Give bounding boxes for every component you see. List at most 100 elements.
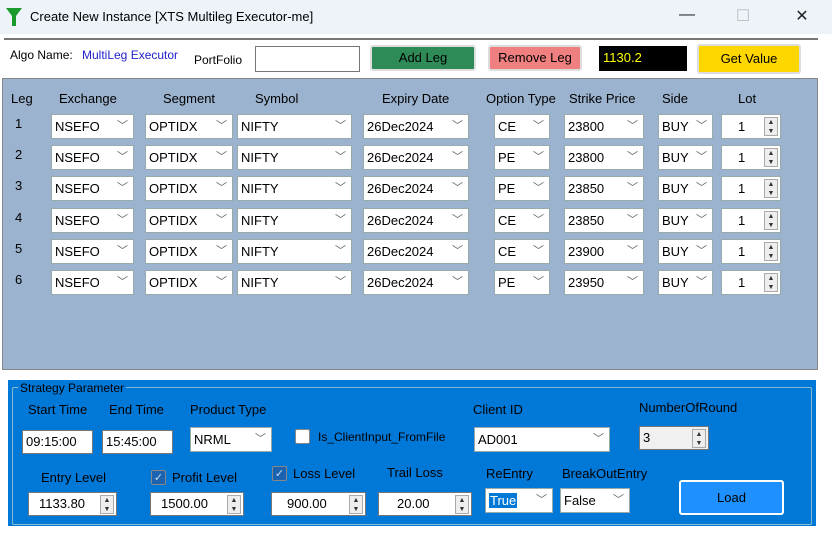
profit-level-stepper[interactable]: 1500.00 ▲ ▼ [150,492,244,516]
end-time-input[interactable]: 15:45:00 [102,430,173,454]
option-type-dropdown[interactable]: PE ﹀ [494,145,550,171]
side-dropdown[interactable]: BUY ﹀ [658,114,713,139]
side-value: BUY [662,212,689,228]
leg-number: 4 [15,209,23,225]
column-header: Side [662,91,689,106]
symbol-dropdown[interactable]: NIFTY ﹀ [237,145,352,171]
segment-dropdown[interactable]: OPTIDX ﹀ [145,207,233,233]
top-panel: Algo Name: MultiLeg Executor PortFolio A… [4,38,818,76]
load-button[interactable]: Load [679,480,784,515]
lot-stepper[interactable]: 1 ▲ ▼ [721,176,781,202]
exchange-dropdown[interactable]: NSEFO ﹀ [51,145,134,171]
expiry-dropdown[interactable]: 26Dec2024 ﹀ [363,176,469,202]
lot-stepper[interactable]: 1 ▲ ▼ [721,145,781,171]
expiry-dropdown[interactable]: 26Dec2024 ﹀ [363,238,469,264]
chevron-down-icon: ﹀ [117,276,128,288]
product-type-label: Product Type [190,402,267,417]
segment-dropdown[interactable]: OPTIDX ﹀ [145,270,233,295]
close-button[interactable]: ✕ [787,6,817,28]
option-type-dropdown[interactable]: CE ﹀ [494,238,550,264]
expiry-dropdown[interactable]: 26Dec2024 ﹀ [363,145,469,171]
trail-loss-value: 20.00 [397,496,430,511]
exchange-value: NSEFO [55,212,100,228]
exchange-dropdown[interactable]: NSEFO ﹀ [51,270,134,295]
loss-level-checkbox[interactable]: ✓ [272,466,287,481]
expiry-dropdown[interactable]: 26Dec2024 ﹀ [363,270,469,295]
number-of-round-stepper[interactable]: 3 ▲ ▼ [639,426,709,450]
segment-dropdown[interactable]: OPTIDX ﹀ [145,238,233,264]
reentry-dropdown[interactable]: True ﹀ [485,488,553,513]
strike-dropdown[interactable]: 23850 ﹀ [564,207,644,233]
spin-arrows-icon[interactable]: ▲ ▼ [764,179,778,199]
symbol-dropdown[interactable]: NIFTY ﹀ [237,207,352,233]
exchange-dropdown[interactable]: NSEFO ﹀ [51,176,134,202]
lot-stepper[interactable]: 1 ▲ ▼ [721,270,781,295]
symbol-dropdown[interactable]: NIFTY ﹀ [237,176,352,202]
expiry-value: 26Dec2024 [367,212,434,228]
strike-dropdown[interactable]: 23900 ﹀ [564,238,644,264]
side-dropdown[interactable]: BUY ﹀ [658,207,713,233]
spin-arrows-icon[interactable]: ▲ ▼ [764,148,778,168]
option-type-dropdown[interactable]: CE ﹀ [494,207,550,233]
lot-stepper[interactable]: 1 ▲ ▼ [721,114,781,139]
exchange-dropdown[interactable]: NSEFO ﹀ [51,238,134,264]
option-type-dropdown[interactable]: CE ﹀ [494,114,550,139]
start-time-input[interactable]: 09:15:00 [22,430,93,454]
spin-arrows-icon[interactable]: ▲ ▼ [692,429,706,448]
minimize-button[interactable]: — [672,6,702,28]
strike-dropdown[interactable]: 23800 ﹀ [564,145,644,171]
spin-arrows-icon[interactable]: ▲ ▼ [764,117,778,136]
client-id-dropdown[interactable]: AD001 ﹀ [474,427,610,452]
exchange-dropdown[interactable]: NSEFO ﹀ [51,114,134,139]
symbol-dropdown[interactable]: NIFTY ﹀ [237,114,352,139]
algo-name-value: MultiLeg Executor [82,48,179,62]
remove-leg-button[interactable]: Remove Leg [488,45,582,71]
table-row: 3 NSEFO ﹀ OPTIDX ﹀ NIFTY ﹀ 26Dec2024 ﹀ PE ﹀ 23850 ﹀ B… [3,176,819,202]
strike-dropdown[interactable]: 23800 ﹀ [564,114,644,139]
symbol-dropdown[interactable]: NIFTY ﹀ [237,238,352,264]
side-dropdown[interactable]: BUY ﹀ [658,176,713,202]
profit-level-checkbox[interactable]: ✓ [151,470,166,485]
side-dropdown[interactable]: BUY ﹀ [658,270,713,295]
spin-arrows-icon[interactable]: ▲ ▼ [764,210,778,230]
lot-stepper[interactable]: 1 ▲ ▼ [721,238,781,264]
symbol-value: NIFTY [241,119,279,134]
segment-dropdown[interactable]: OPTIDX ﹀ [145,176,233,202]
product-type-dropdown[interactable]: NRML ﹀ [190,427,272,452]
chevron-down-icon: ﹀ [117,120,128,132]
lot-value: 1 [738,212,746,228]
strike-dropdown[interactable]: 23850 ﹀ [564,176,644,202]
client-input-checkbox[interactable] [295,429,310,444]
title-bar: Create New Instance [XTS Multileg Execut… [0,0,832,34]
strike-value: 23800 [568,119,605,134]
segment-dropdown[interactable]: OPTIDX ﹀ [145,145,233,171]
trail-loss-stepper[interactable]: 20.00 ▲ ▼ [378,492,472,516]
spin-arrows-icon[interactable]: ▲ ▼ [100,495,114,514]
add-leg-button[interactable]: Add Leg [370,45,476,71]
expiry-dropdown[interactable]: 26Dec2024 ﹀ [363,207,469,233]
option-type-dropdown[interactable]: PE ﹀ [494,270,550,295]
chevron-down-icon: ﹀ [335,151,346,164]
side-dropdown[interactable]: BUY ﹀ [658,145,713,171]
breakout-entry-dropdown[interactable]: False ﹀ [560,488,630,513]
portfolio-input[interactable] [255,46,360,72]
spin-arrows-icon[interactable]: ▲ ▼ [227,495,241,514]
maximize-button[interactable]: ☐ [728,6,758,28]
lot-stepper[interactable]: 1 ▲ ▼ [721,207,781,233]
option-type-value: CE [498,243,517,259]
side-dropdown[interactable]: BUY ﹀ [658,238,713,264]
expiry-dropdown[interactable]: 26Dec2024 ﹀ [363,114,469,139]
strike-dropdown[interactable]: 23950 ﹀ [564,270,644,295]
spin-arrows-icon[interactable]: ▲ ▼ [349,495,363,514]
spin-arrows-icon[interactable]: ▲ ▼ [455,495,469,514]
spin-arrows-icon[interactable]: ▲ ▼ [764,273,778,292]
spin-arrows-icon[interactable]: ▲ ▼ [764,241,778,261]
segment-dropdown[interactable]: OPTIDX ﹀ [145,114,233,139]
exchange-dropdown[interactable]: NSEFO ﹀ [51,207,134,233]
expiry-value: 26Dec2024 [367,243,434,259]
option-type-dropdown[interactable]: PE ﹀ [494,176,550,202]
entry-level-stepper[interactable]: 1133.80 ▲ ▼ [28,492,117,516]
loss-level-stepper[interactable]: 900.00 ▲ ▼ [271,492,366,516]
symbol-dropdown[interactable]: NIFTY ﹀ [237,270,352,295]
get-value-button[interactable]: Get Value [697,44,801,74]
